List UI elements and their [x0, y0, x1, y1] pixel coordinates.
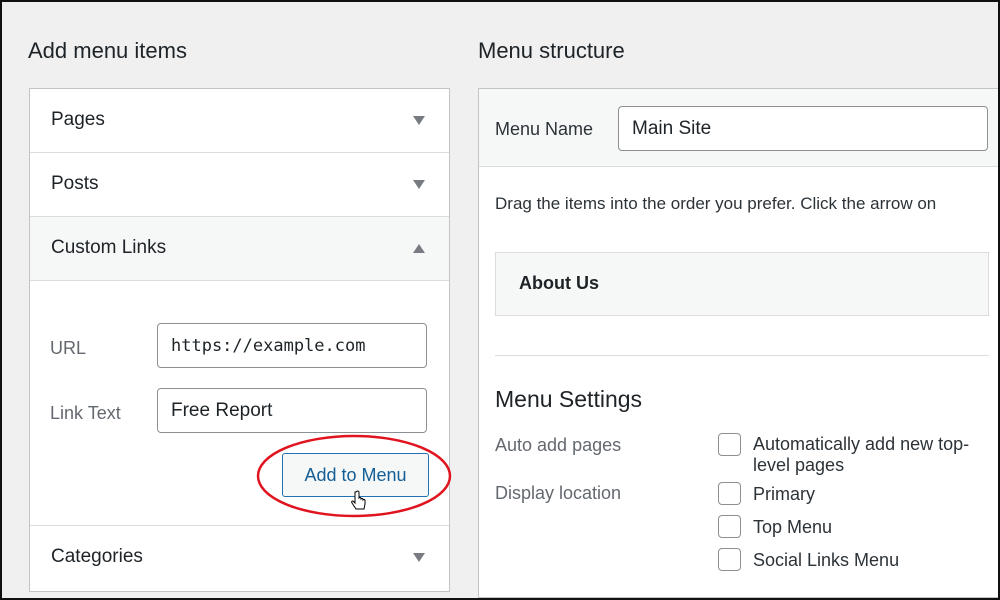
social-links-label: Social Links Menu — [753, 550, 900, 570]
section-categories[interactable]: Categories — [30, 525, 449, 589]
chevron-down-icon[interactable] — [413, 180, 425, 189]
section-label: Categories — [51, 546, 143, 567]
auto-add-label: Auto add pages — [495, 435, 622, 455]
chevron-up-icon[interactable] — [413, 244, 425, 253]
top-menu-label: Top Menu — [753, 517, 833, 537]
primary-checkbox[interactable] — [718, 482, 741, 505]
auto-add-option: Automatically add new top-level pages — [753, 434, 970, 475]
top-menu-checkbox[interactable] — [718, 515, 741, 538]
chevron-down-icon[interactable] — [413, 553, 425, 562]
section-label: Custom Links — [51, 237, 167, 258]
display-location-label: Display location — [495, 483, 622, 503]
url-input[interactable]: https://example.com — [157, 323, 427, 368]
auto-add-checkbox[interactable] — [718, 433, 741, 456]
chevron-down-icon[interactable] — [413, 116, 425, 125]
link-text-input[interactable]: Free Report — [157, 388, 427, 433]
menu-name-input[interactable]: Main Site — [618, 106, 988, 151]
section-pages[interactable]: Pages — [30, 89, 449, 153]
instructions-text: Drag the items into the order you prefer… — [495, 194, 937, 213]
menu-item-about-us[interactable]: About Us — [495, 252, 989, 316]
primary-label: Primary — [753, 484, 815, 504]
section-posts[interactable]: Posts — [30, 153, 449, 217]
menu-structure-panel: Menu Name Main Site Drag the items into … — [478, 88, 998, 598]
section-custom-links[interactable]: Custom Links — [30, 217, 449, 281]
menu-header: Menu Name Main Site — [479, 89, 998, 167]
menu-structure-heading: Menu structure — [478, 38, 625, 63]
section-label: Pages — [51, 109, 105, 130]
section-label: Posts — [51, 173, 99, 194]
menu-name-label: Menu Name — [495, 119, 594, 139]
add-menu-items-heading: Add menu items — [28, 38, 187, 63]
url-label: URL — [50, 338, 87, 358]
social-links-checkbox[interactable] — [718, 548, 741, 571]
divider — [495, 355, 989, 356]
link-text-label: Link Text — [50, 403, 121, 423]
hand-cursor-icon — [351, 490, 366, 510]
menu-item-label: About Us — [519, 273, 599, 293]
menu-settings-heading: Menu Settings — [495, 386, 643, 412]
